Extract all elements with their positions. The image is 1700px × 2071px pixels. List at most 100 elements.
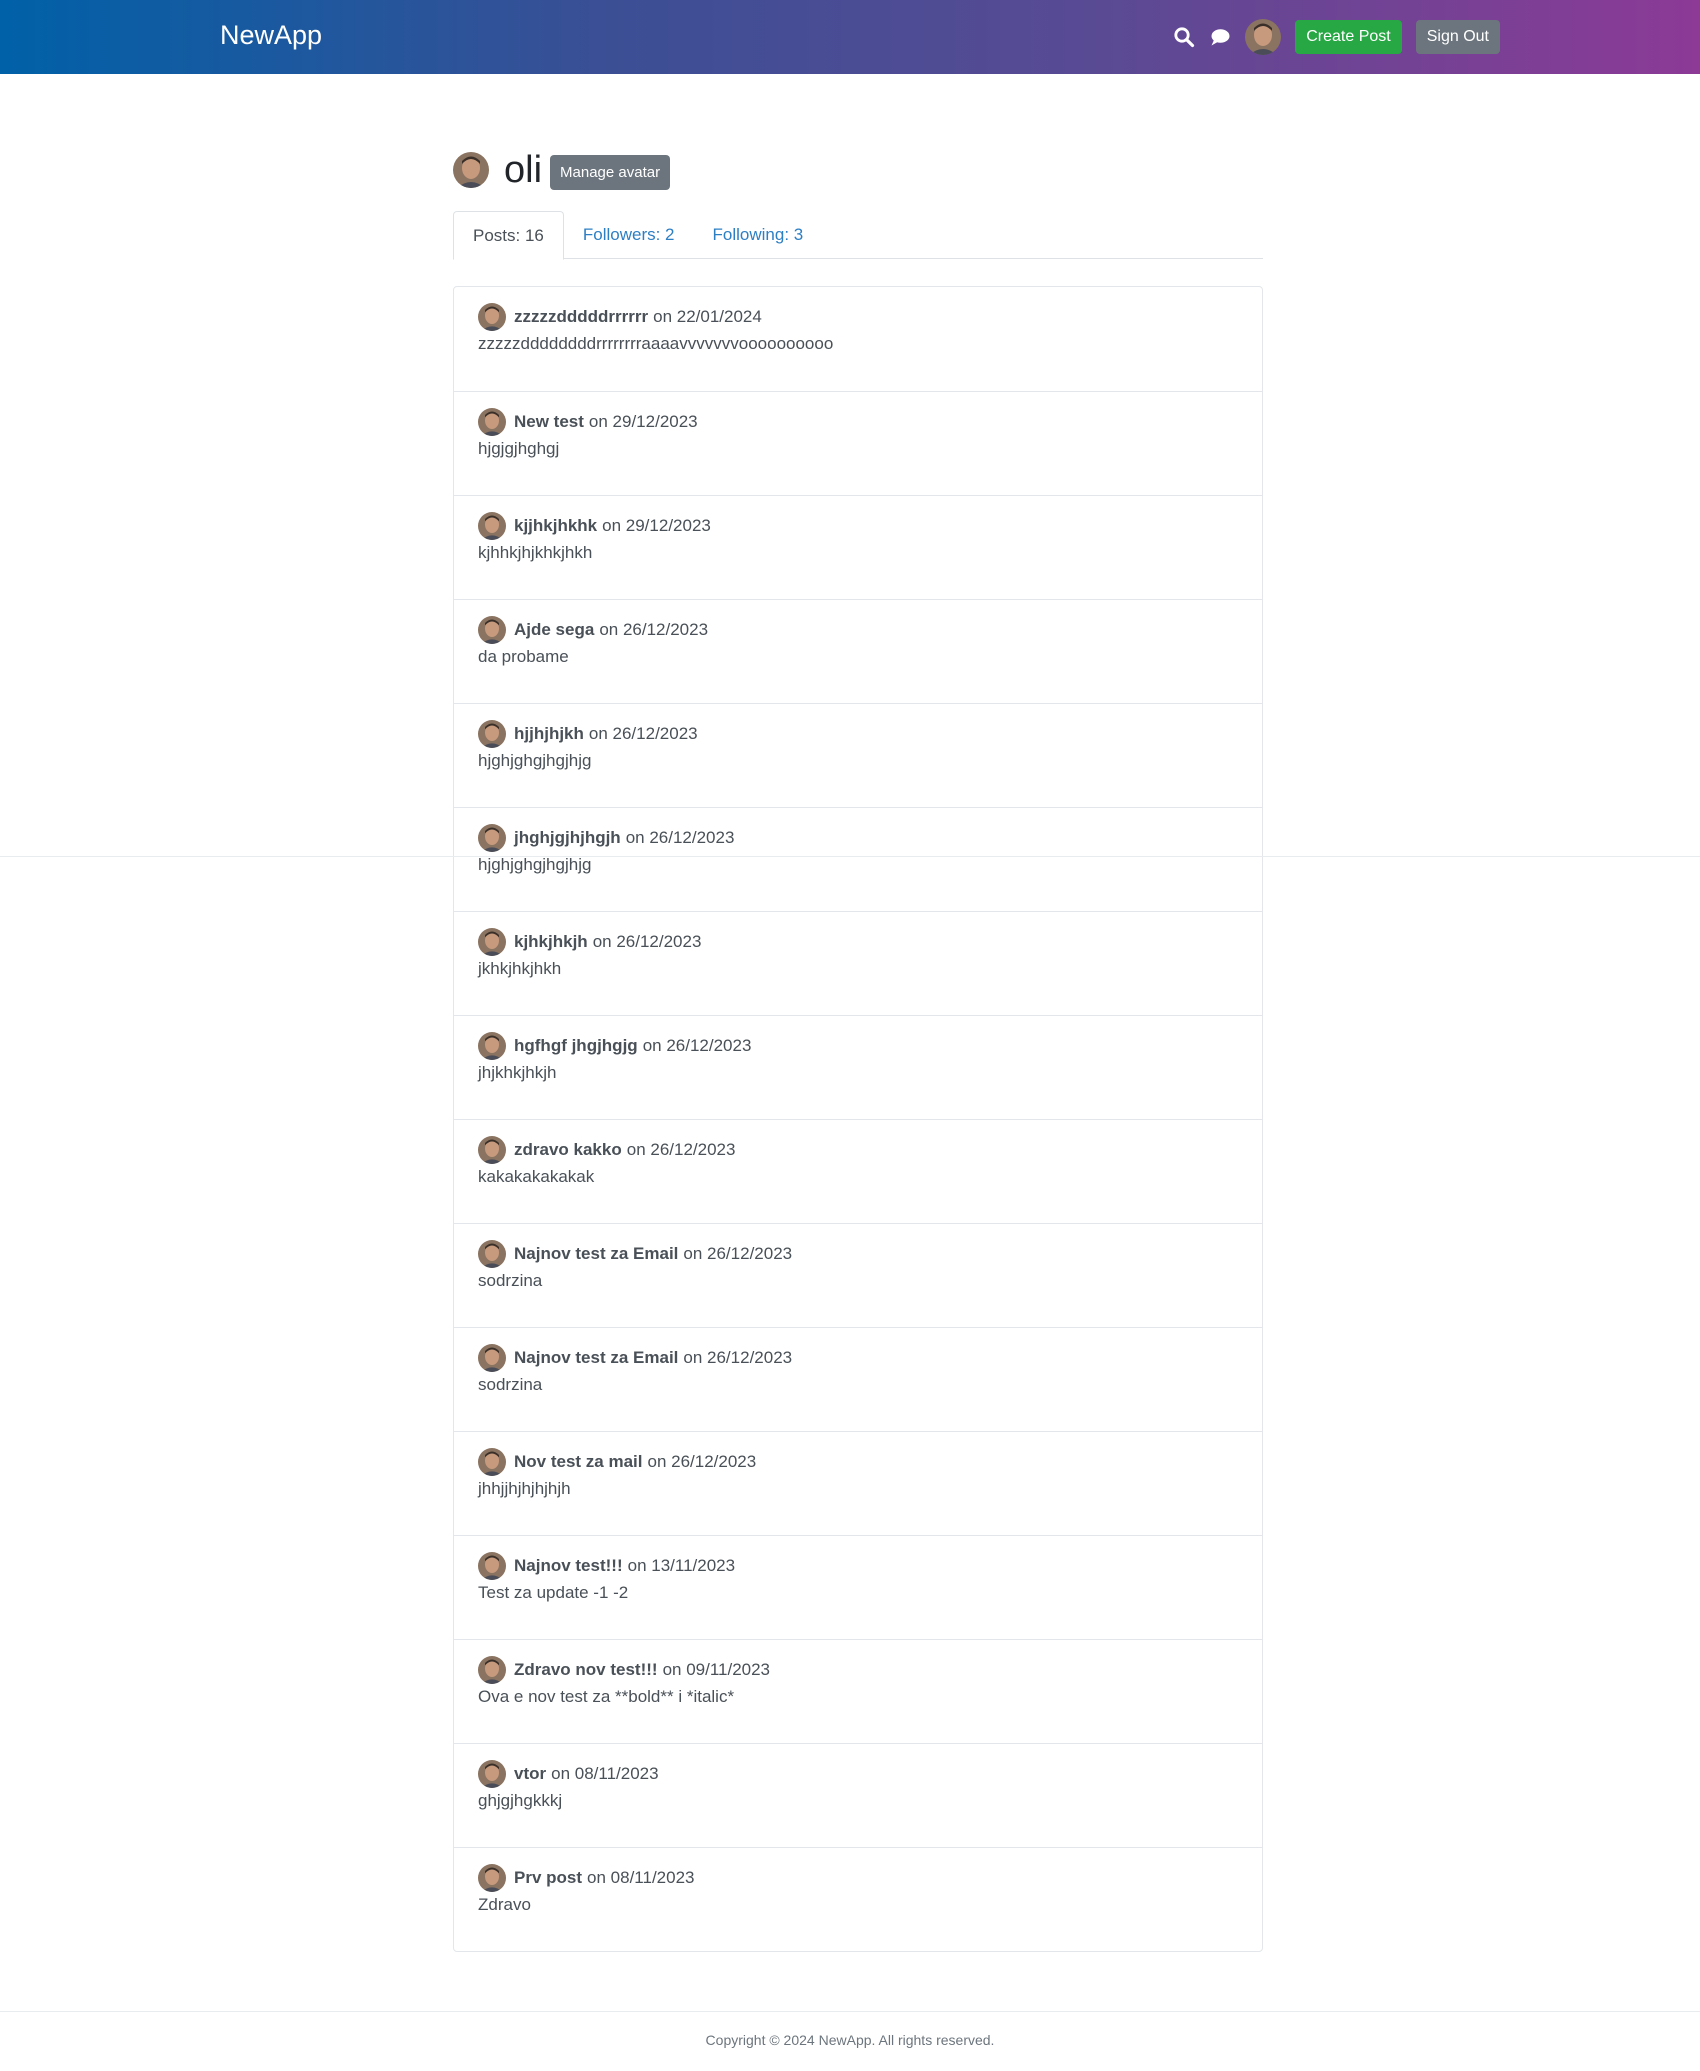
avatar bbox=[478, 1552, 506, 1580]
post-meta: zzzzzdddddrrrrrr on 22/01/2024 bbox=[478, 302, 1238, 332]
tab-followers[interactable]: Followers: 2 bbox=[564, 211, 694, 257]
post-title[interactable]: Zdravo nov test!!! bbox=[514, 1660, 658, 1680]
profile-header: oli Manage avatar bbox=[453, 148, 671, 192]
chat-icon[interactable] bbox=[1209, 26, 1231, 48]
post-title[interactable]: Nov test za mail bbox=[514, 1452, 643, 1472]
post-date: on 26/12/2023 bbox=[626, 1140, 736, 1159]
list-item[interactable]: Prv post on 08/11/2023 Zdravo bbox=[454, 1847, 1262, 1951]
post-body: jhjkhkjhkjh bbox=[478, 1063, 557, 1082]
page-title: oli bbox=[504, 149, 543, 191]
post-date: on 26/12/2023 bbox=[683, 1348, 793, 1367]
post-list: zzzzzdddddrrrrrr on 22/01/2024 zzzzzdddd… bbox=[453, 286, 1263, 1952]
nav-actions: Create Post Sign Out bbox=[1173, 15, 1500, 59]
post-meta: zdravo kakko on 26/12/2023 bbox=[478, 1135, 1238, 1165]
avatar bbox=[478, 1136, 506, 1164]
avatar bbox=[478, 1344, 506, 1372]
post-title[interactable]: Prv post bbox=[514, 1868, 582, 1888]
list-item[interactable]: hjjhjhjkh on 26/12/2023 hjghjghgjhgjhjg bbox=[454, 703, 1262, 807]
list-item[interactable]: zzzzzdddddrrrrrr on 22/01/2024 zzzzzdddd… bbox=[454, 287, 1262, 391]
avatar[interactable] bbox=[1245, 19, 1282, 55]
post-title[interactable]: jhghjgjhjhgjh bbox=[514, 828, 621, 848]
post-date: on 29/12/2023 bbox=[588, 412, 698, 431]
avatar bbox=[478, 303, 506, 331]
brand-link[interactable]: NewApp bbox=[220, 20, 322, 51]
tab-posts[interactable]: Posts: 16 bbox=[453, 211, 564, 260]
post-meta: Zdravo nov test!!! on 09/11/2023 bbox=[478, 1655, 1238, 1685]
avatar bbox=[478, 824, 506, 852]
post-title[interactable]: hjjhjhjkh bbox=[514, 724, 584, 744]
post-date: on 26/12/2023 bbox=[588, 724, 698, 743]
post-body: hjgjgjhghgj bbox=[478, 439, 560, 458]
avatar bbox=[478, 1448, 506, 1476]
manage-avatar-button[interactable]: Manage avatar bbox=[550, 154, 671, 190]
post-title[interactable]: kjhkjhkjh bbox=[514, 932, 588, 952]
list-item[interactable]: Najnov test!!! on 13/11/2023 Test za upd… bbox=[454, 1535, 1262, 1639]
post-title[interactable]: kjjhkjhkhk bbox=[514, 516, 597, 536]
divider bbox=[0, 2011, 1700, 2012]
post-meta: jhghjgjhjhgjh on 26/12/2023 bbox=[478, 823, 1238, 853]
avatar bbox=[478, 1032, 506, 1060]
list-item[interactable]: kjhkjhkjh on 26/12/2023 jkhkjhkjhkh bbox=[454, 911, 1262, 1015]
footer-copyright: Copyright © 2024 NewApp. All rights rese… bbox=[705, 2032, 995, 2048]
post-body: hjghjghgjhgjhjg bbox=[478, 751, 592, 770]
post-body: hjghjghgjhgjhjg bbox=[478, 855, 592, 874]
post-title[interactable]: hgfhgf jhgjhgjg bbox=[514, 1036, 638, 1056]
post-title[interactable]: Ajde sega bbox=[514, 620, 594, 640]
avatar bbox=[478, 408, 506, 436]
create-post-button[interactable]: Create Post bbox=[1295, 20, 1402, 54]
post-date: on 13/11/2023 bbox=[627, 1556, 736, 1575]
avatar bbox=[478, 512, 506, 540]
post-meta: Najnov test za Email on 26/12/2023 bbox=[478, 1343, 1238, 1373]
post-body: zzzzzddddddddrrrrrrrraaaavvvvvvvoooooooo… bbox=[478, 334, 834, 353]
post-body: ghjgjhgkkkj bbox=[478, 1791, 563, 1810]
profile-tabs: Posts: 16 Followers: 2 Following: 3 bbox=[453, 211, 1263, 260]
post-title[interactable]: zdravo kakko bbox=[514, 1140, 622, 1160]
list-item[interactable]: vtor on 08/11/2023 ghjgjhgkkkj bbox=[454, 1743, 1262, 1847]
sign-out-button[interactable]: Sign Out bbox=[1415, 20, 1500, 54]
post-body: jhhjjhjhjhjhjh bbox=[478, 1479, 571, 1498]
avatar bbox=[478, 928, 506, 956]
list-item[interactable]: Nov test za mail on 26/12/2023 jhhjjhjhj… bbox=[454, 1431, 1262, 1535]
divider bbox=[0, 856, 1700, 857]
post-date: on 29/12/2023 bbox=[602, 516, 711, 535]
post-body: sodrzina bbox=[478, 1271, 543, 1290]
post-title[interactable]: New test bbox=[514, 412, 584, 432]
post-meta: Nov test za mail on 26/12/2023 bbox=[478, 1447, 1238, 1477]
post-date: on 26/12/2023 bbox=[647, 1452, 757, 1471]
post-meta: Najnov test za Email on 26/12/2023 bbox=[478, 1239, 1238, 1269]
post-meta: kjhkjhkjh on 26/12/2023 bbox=[478, 927, 1238, 957]
post-title[interactable]: Najnov test za Email bbox=[514, 1244, 678, 1264]
list-item[interactable]: zdravo kakko on 26/12/2023 kakakakakakak bbox=[454, 1119, 1262, 1223]
avatar bbox=[478, 720, 506, 748]
list-item[interactable]: Najnov test za Email on 26/12/2023 sodrz… bbox=[454, 1223, 1262, 1327]
list-item[interactable]: kjjhkjhkhk on 29/12/2023 kjhhkjhjkhkjhkh bbox=[454, 495, 1262, 599]
search-icon[interactable] bbox=[1173, 26, 1195, 48]
post-title[interactable]: zzzzzdddddrrrrrr bbox=[514, 307, 648, 327]
avatar bbox=[478, 1240, 506, 1268]
post-body: kjhhkjhjkhkjhkh bbox=[478, 543, 593, 562]
post-meta: Najnov test!!! on 13/11/2023 bbox=[478, 1551, 1238, 1581]
post-body: Test za update -1 -2 bbox=[478, 1583, 629, 1602]
post-meta: hjjhjhjkh on 26/12/2023 bbox=[478, 719, 1238, 749]
list-item[interactable]: Ajde sega on 26/12/2023 da probame bbox=[454, 599, 1262, 703]
post-body: Zdravo bbox=[478, 1895, 531, 1914]
post-meta: kjjhkjhkhk on 29/12/2023 bbox=[478, 511, 1238, 541]
avatar bbox=[453, 152, 489, 188]
list-item[interactable]: Zdravo nov test!!! on 09/11/2023 Ova e n… bbox=[454, 1639, 1262, 1743]
list-item[interactable]: hgfhgf jhgjhgjg on 26/12/2023 jhjkhkjhkj… bbox=[454, 1015, 1262, 1119]
list-item[interactable]: Najnov test za Email on 26/12/2023 sodrz… bbox=[454, 1327, 1262, 1431]
list-item[interactable]: New test on 29/12/2023 hjgjgjhghgj bbox=[454, 391, 1262, 495]
post-meta: Prv post on 08/11/2023 bbox=[478, 1863, 1238, 1893]
post-date: on 09/11/2023 bbox=[662, 1660, 771, 1679]
post-date: on 26/12/2023 bbox=[683, 1244, 793, 1263]
post-title[interactable]: Najnov test za Email bbox=[514, 1348, 678, 1368]
list-item[interactable]: jhghjgjhjhgjh on 26/12/2023 hjghjghgjhgj… bbox=[454, 807, 1262, 911]
post-body: jkhkjhkjhkh bbox=[478, 959, 562, 978]
post-title[interactable]: vtor bbox=[514, 1764, 546, 1784]
avatar bbox=[478, 1656, 506, 1684]
post-meta: vtor on 08/11/2023 bbox=[478, 1759, 1238, 1789]
post-body: sodrzina bbox=[478, 1375, 543, 1394]
post-title[interactable]: Najnov test!!! bbox=[514, 1556, 623, 1576]
tab-following[interactable]: Following: 3 bbox=[694, 211, 823, 257]
post-body: Ova e nov test za **bold** i *italic* bbox=[478, 1687, 735, 1706]
